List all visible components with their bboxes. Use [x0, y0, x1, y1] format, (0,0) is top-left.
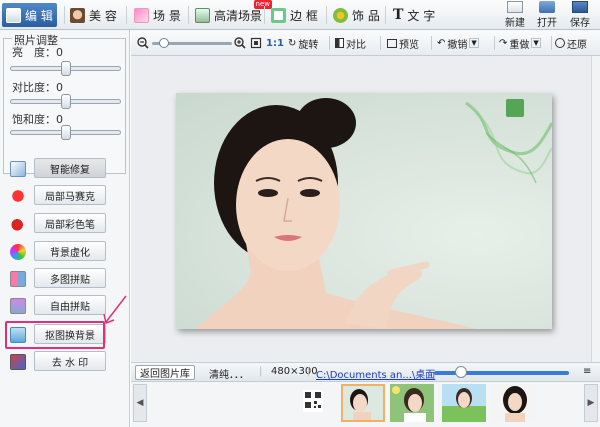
watermark-icon [10, 354, 26, 370]
actual-size-button[interactable]: 1:1 [266, 34, 284, 52]
image-info-bar: 返回图片库 清纯．．． | 480×300 | C:\Documents an.… [131, 362, 600, 382]
tab-hd-scene[interactable]: 高清场景 new [191, 0, 273, 27]
thumbnail-2[interactable] [390, 384, 434, 422]
rotate-button[interactable]: ↻ 旋转 [288, 34, 318, 52]
zoom-in-icon[interactable] [234, 34, 246, 52]
file-path-link[interactable]: C:\Documents an...\桌面 [316, 366, 435, 381]
chevron-down-icon[interactable]: ▼ [531, 38, 541, 48]
tool-smart-repair[interactable]: 智能修复 [6, 158, 126, 180]
undo-button[interactable]: ↶ 撤销 ▼ [437, 34, 479, 52]
color-pen-button[interactable]: 局部彩色笔 [34, 213, 106, 233]
list-view-icon[interactable]: ≡ [583, 366, 591, 377]
top-tab-bar: 编 辑 美 容 场 景 高清场景 new 边 框 饰 品 T 文 字 新建 打开… [0, 0, 600, 30]
smart-repair-button[interactable]: 智能修复 [34, 158, 106, 178]
portrait-image [196, 98, 552, 329]
mosaic-button[interactable]: 局部马赛克 [34, 185, 106, 205]
contrast-slider-handle[interactable] [60, 94, 71, 109]
brightness-label: 亮 度：0 [12, 46, 63, 59]
frame-icon [271, 7, 286, 23]
canvas-scrollbar[interactable] [591, 56, 600, 362]
scene-icon [134, 7, 149, 23]
preview-icon [387, 38, 397, 48]
folder-icon [539, 1, 555, 13]
tool-mosaic[interactable]: 局部马赛克 [6, 185, 126, 207]
brightness-slider[interactable] [10, 61, 121, 76]
tool-color-pen[interactable]: 局部彩色笔 [6, 213, 126, 235]
qr-code-icon [305, 392, 321, 408]
collage-icon [10, 271, 26, 287]
cutout-highlight-box [5, 321, 105, 349]
file-name: 清纯．．． [209, 370, 249, 381]
background-blur-button[interactable]: 背景虚化 [34, 241, 106, 261]
tool-remove-watermark[interactable]: 去 水 印 [6, 351, 126, 373]
left-panel: 照片调整 亮 度：0 对比度：0 饱和度：0 智能修复 局部马赛克 局部彩色笔 [0, 30, 130, 427]
new-icon [507, 1, 523, 13]
zoom-slider-handle[interactable] [159, 38, 169, 48]
tab-frame[interactable]: 边 框 [267, 3, 322, 27]
contrast-slider[interactable] [10, 94, 121, 109]
tool-background-blur[interactable]: 背景虚化 [6, 241, 126, 263]
thumbnail-4[interactable] [493, 384, 537, 422]
undo-icon: ↶ [437, 37, 446, 49]
multi-collage-button[interactable]: 多图拼贴 [34, 268, 106, 288]
edit-toolbar: 1:1 ↻ 旋转 对比 预览 ↶ 撤销 ▼ ↷ 重做 ▼ 还原 [131, 30, 600, 56]
rotate-icon: ↻ [288, 37, 297, 49]
clover-icon [333, 7, 348, 23]
color-pen-icon [10, 216, 26, 232]
tab-edit[interactable]: 编 辑 [2, 3, 57, 27]
edited-photo[interactable] [176, 93, 552, 329]
open-button[interactable]: 打开 [532, 1, 562, 29]
zoom-out-icon[interactable] [137, 34, 149, 52]
photo-adjust-group: 照片调整 亮 度：0 对比度：0 饱和度：0 [3, 32, 126, 174]
chevron-down-icon[interactable]: ▼ [469, 38, 479, 48]
pointer-arrow-icon [103, 295, 127, 325]
save-icon [572, 1, 588, 13]
redo-icon: ↷ [499, 37, 508, 49]
brightness-value: 0 [56, 46, 63, 59]
compare-button[interactable]: 对比 [335, 34, 366, 52]
chevron-right-icon[interactable]: ▶ [584, 384, 598, 422]
magic-wand-icon [10, 161, 26, 177]
tab-scene[interactable]: 场 景 [130, 3, 185, 27]
saturation-slider-handle[interactable] [60, 125, 71, 140]
restore-icon [555, 38, 565, 48]
contrast-label: 对比度：0 [12, 81, 63, 94]
saturation-value: 0 [56, 113, 63, 126]
image-icon [6, 7, 21, 23]
blur-icon [10, 244, 26, 260]
face-icon [70, 7, 85, 23]
tab-beauty[interactable]: 美 容 [66, 3, 121, 27]
mosaic-icon [10, 188, 26, 204]
image-size: 480×300 [271, 366, 318, 377]
thumbnail-selected[interactable] [341, 384, 385, 422]
free-collage-icon [10, 298, 26, 314]
redo-button[interactable]: ↷ 重做 ▼ [499, 34, 541, 52]
brightness-slider-handle[interactable] [60, 61, 71, 76]
back-to-gallery-button[interactable]: 返回图片库 [135, 365, 195, 380]
tab-accessories[interactable]: 饰 品 [329, 3, 384, 27]
save-button[interactable]: 保存 [565, 1, 595, 29]
saturation-label: 饱和度：0 [12, 113, 63, 126]
tool-multi-collage[interactable]: 多图拼贴 [6, 268, 126, 290]
chevron-left-icon[interactable]: ◀ [133, 384, 147, 422]
preview-button[interactable]: 预览 [387, 34, 419, 52]
thumbnail-3[interactable] [442, 384, 486, 422]
tab-text[interactable]: T 文 字 [389, 3, 439, 27]
remove-watermark-button[interactable]: 去 水 印 [34, 351, 106, 371]
new-button[interactable]: 新建 [500, 1, 530, 29]
free-collage-button[interactable]: 自由拼贴 [34, 295, 106, 315]
hd-scene-icon [195, 7, 210, 23]
text-icon: T [393, 7, 404, 23]
thumbnail-size-slider-handle[interactable] [455, 366, 467, 378]
compare-icon [335, 38, 344, 48]
contrast-value: 0 [56, 81, 63, 94]
qr-thumbnail[interactable] [303, 390, 323, 412]
restore-button[interactable]: 还原 [555, 34, 587, 52]
fit-window-icon[interactable] [250, 34, 262, 52]
saturation-slider[interactable] [10, 125, 121, 140]
